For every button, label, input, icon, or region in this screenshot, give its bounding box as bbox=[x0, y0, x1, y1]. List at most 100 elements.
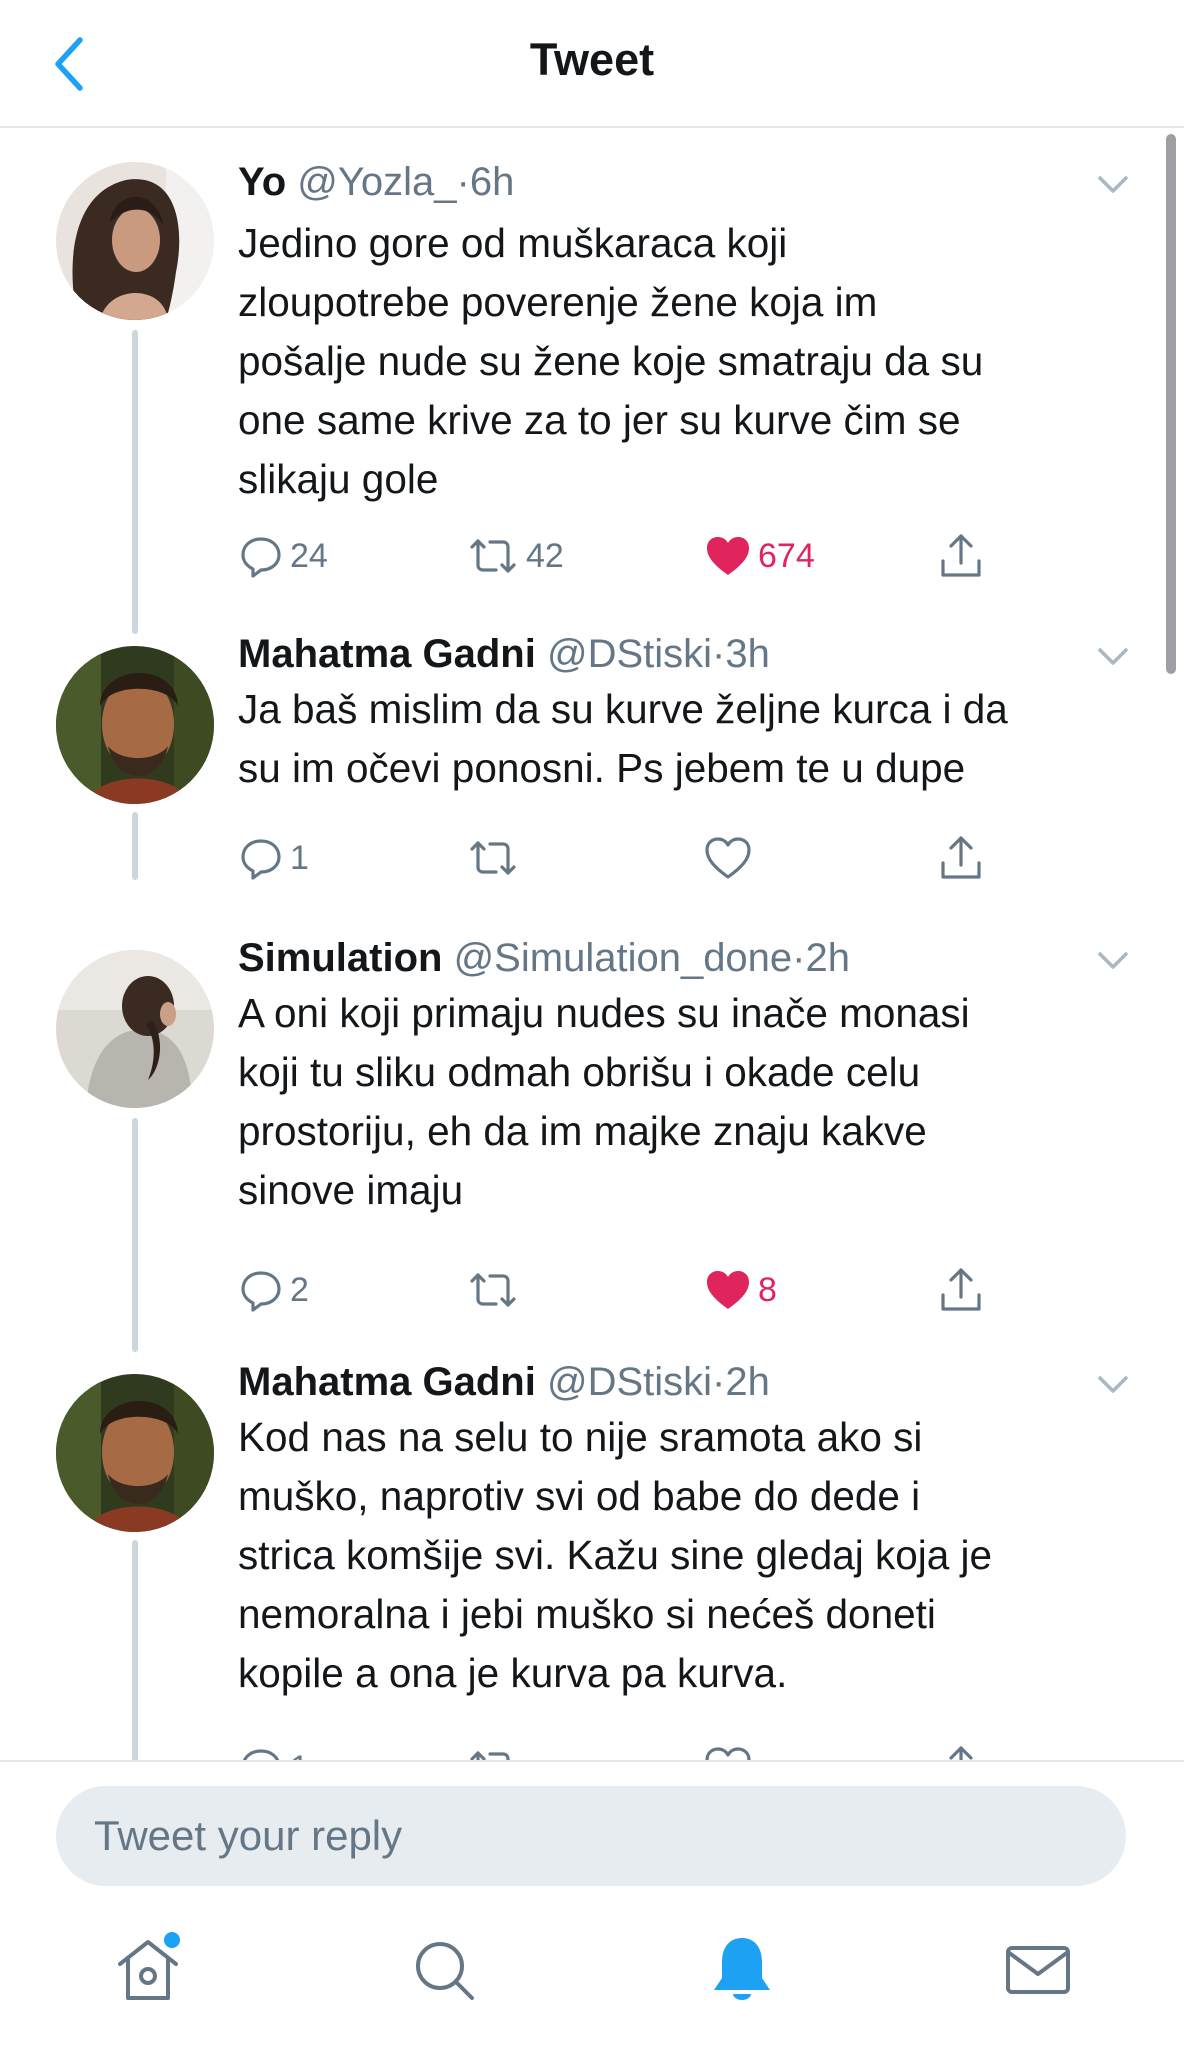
reply-count: 1 bbox=[290, 1749, 309, 1761]
retweet-button[interactable] bbox=[466, 830, 526, 886]
tweet-text-line: muško, naprotiv svi od babe do dede i bbox=[238, 1473, 921, 1519]
reply-button[interactable]: 2 bbox=[238, 1262, 309, 1318]
share-button[interactable] bbox=[938, 1740, 984, 1760]
notifications-icon bbox=[714, 1938, 770, 2000]
heart-filled-icon bbox=[707, 537, 749, 575]
tweet-text-line: kopile a ona je kurva pa kurva. bbox=[238, 1650, 788, 1696]
tweet-options-button[interactable] bbox=[1090, 1362, 1136, 1408]
retweet-icon bbox=[470, 1751, 510, 1760]
thread-line bbox=[132, 330, 138, 634]
tweet-options-button[interactable] bbox=[1090, 162, 1136, 208]
retweet-button[interactable] bbox=[466, 1262, 526, 1318]
like-count: 8 bbox=[758, 1270, 777, 1309]
timestamp: 3h bbox=[725, 632, 770, 676]
tweet-text-line: sinove imaju bbox=[238, 1167, 464, 1213]
timestamp: 6h bbox=[469, 160, 515, 204]
chevron-down-icon bbox=[1098, 952, 1128, 969]
avatar[interactable] bbox=[56, 646, 214, 804]
heart-filled-icon bbox=[707, 1271, 749, 1309]
tweet-text-line: su im očevi ponosni. Ps jebem te u dupe bbox=[238, 745, 966, 791]
notification-dot bbox=[164, 1932, 180, 1948]
share-icon bbox=[949, 1746, 973, 1760]
like-button[interactable]: 8 bbox=[704, 1262, 777, 1318]
tab-home[interactable] bbox=[108, 1930, 188, 2010]
retweet-icon bbox=[470, 841, 516, 875]
tweet-header: Mahatma Gadni @DStiski·2h bbox=[238, 1358, 770, 1406]
user-handle[interactable]: @Simulation_done bbox=[454, 936, 793, 980]
user-name[interactable]: Mahatma Gadni bbox=[238, 1360, 536, 1404]
tweet-header: Mahatma Gadni @DStiski·3h bbox=[238, 630, 770, 678]
tweet-text-line: strica komšije svi. Kažu sine gledaj koj… bbox=[238, 1532, 993, 1578]
tweet-text: Kod nas na selu to nije sramota ako si m… bbox=[238, 1408, 1138, 1703]
home-icon bbox=[118, 1932, 180, 2000]
avatar[interactable] bbox=[56, 162, 214, 320]
reply-count: 24 bbox=[290, 536, 328, 575]
reply-button[interactable]: 1 bbox=[238, 1740, 309, 1760]
bottom-tab-bar bbox=[0, 1900, 1184, 2048]
user-name[interactable]: Mahatma Gadni bbox=[238, 632, 536, 676]
like-count: 674 bbox=[758, 536, 815, 575]
heart-outline-icon bbox=[705, 1747, 751, 1760]
chevron-down-icon bbox=[1098, 648, 1128, 665]
share-button[interactable] bbox=[938, 830, 984, 886]
separator-dot: · bbox=[792, 936, 806, 980]
tweet-text-line: Kod nas na selu to nije sramota ako si bbox=[238, 1414, 923, 1460]
tab-search[interactable] bbox=[404, 1930, 484, 2010]
messages-icon bbox=[1006, 1946, 1070, 1994]
share-button[interactable] bbox=[938, 528, 984, 584]
retweet-button[interactable]: 42 bbox=[466, 528, 564, 584]
share-icon bbox=[941, 1268, 981, 1311]
tweet-options-button[interactable] bbox=[1090, 938, 1136, 984]
tab-messages[interactable] bbox=[998, 1930, 1078, 2010]
heart-outline-icon bbox=[705, 837, 751, 879]
tweet-actions: 1 bbox=[238, 1740, 1138, 1760]
reply-input[interactable] bbox=[56, 1786, 1126, 1886]
thread-line bbox=[132, 812, 138, 880]
like-button[interactable] bbox=[704, 830, 758, 886]
user-name[interactable]: Yo bbox=[238, 160, 286, 204]
timestamp: 2h bbox=[725, 1360, 770, 1404]
tweet-text-line: one same krive za to jer su kurve čim se bbox=[238, 397, 961, 443]
tweet-text-line: koji tu sliku odmah obrišu i okade celu bbox=[238, 1049, 921, 1095]
separator-dot: · bbox=[456, 160, 470, 204]
user-handle[interactable]: @DStiski bbox=[547, 632, 712, 676]
retweet-count: 42 bbox=[526, 536, 564, 575]
user-handle[interactable]: @Yozla_ bbox=[297, 160, 456, 204]
user-handle[interactable]: @DStiski bbox=[547, 1360, 712, 1404]
tweet-options-button[interactable] bbox=[1090, 634, 1136, 680]
like-button[interactable]: 674 bbox=[704, 528, 815, 584]
tweet-header: Simulation @Simulation_done·2h bbox=[238, 934, 850, 982]
user-name[interactable]: Simulation bbox=[238, 936, 442, 980]
share-icon bbox=[941, 836, 981, 879]
tweet-header: Yo @Yozla_·6h bbox=[238, 158, 514, 206]
search-icon bbox=[416, 1942, 474, 2000]
reply-icon bbox=[241, 1271, 281, 1312]
reply-composer bbox=[0, 1760, 1184, 1902]
tweet-text-line: A oni koji primaju nudes su inače monasi bbox=[238, 990, 970, 1036]
reply-button[interactable]: 24 bbox=[238, 528, 328, 584]
tweet-text-line: Ja baš mislim da su kurve željne kurca i… bbox=[238, 686, 1008, 732]
tweet-actions: 2 8 bbox=[238, 1262, 1138, 1318]
reply-button[interactable]: 1 bbox=[238, 830, 309, 886]
tweet-text: Jedino gore od muškaraca koji zloupotreb… bbox=[238, 214, 1138, 509]
retweet-icon bbox=[470, 539, 516, 573]
avatar[interactable] bbox=[56, 950, 214, 1108]
tweet-actions: 1 bbox=[238, 830, 1138, 886]
reply-icon bbox=[242, 1749, 280, 1760]
share-button[interactable] bbox=[938, 1262, 984, 1318]
share-icon bbox=[941, 534, 981, 577]
retweet-button[interactable] bbox=[466, 1740, 526, 1760]
tweet-text-line: pošalje nude su žene koje smatraju da su bbox=[238, 338, 984, 384]
chevron-down-icon bbox=[1098, 1376, 1128, 1393]
tweet-text-line: slikaju gole bbox=[238, 456, 439, 502]
top-nav-bar: Tweet bbox=[0, 0, 1184, 128]
reply-count: 2 bbox=[290, 1270, 309, 1309]
like-button[interactable] bbox=[704, 1740, 758, 1760]
tab-notifications[interactable] bbox=[702, 1930, 782, 2010]
chevron-down-icon bbox=[1098, 176, 1128, 193]
tweet-text: Ja baš mislim da su kurve željne kurca i… bbox=[238, 680, 1138, 798]
tweet-text-line: prostoriju, eh da im majke znaju kakve bbox=[238, 1108, 927, 1154]
avatar[interactable] bbox=[56, 1374, 214, 1532]
reply-icon bbox=[241, 537, 281, 578]
timestamp: 2h bbox=[805, 936, 851, 980]
